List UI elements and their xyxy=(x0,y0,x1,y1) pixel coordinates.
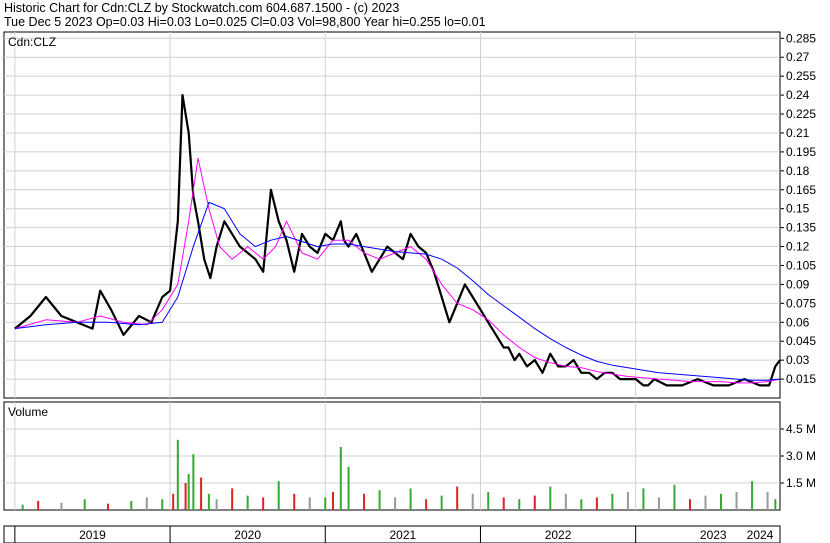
volume-bar xyxy=(293,493,296,510)
volume-bar xyxy=(394,497,397,510)
volume-axis: 4.5 M 3.0 M 1.5 M xyxy=(780,422,816,490)
year-label: 2019 xyxy=(79,528,106,542)
historic-chart: 0.285 0.27 0.255 0.24 0.225 0.21 0.195 0.18 0.16… xyxy=(3,31,816,543)
volume-bar xyxy=(332,492,335,510)
price-tick-label: 0.045 xyxy=(786,334,816,348)
volume-bar xyxy=(456,486,459,510)
price-tick-label: 0.09 xyxy=(786,277,810,291)
price-tick-label: 0.285 xyxy=(786,31,816,45)
price-axis: 0.285 0.27 0.255 0.24 0.225 0.21 0.195 0.18 0.16… xyxy=(780,31,816,386)
volume-bar xyxy=(106,503,109,510)
price-tick-label: 0.18 xyxy=(786,164,810,178)
volume-bar xyxy=(347,466,350,510)
volume-bar xyxy=(161,499,164,510)
volume-bar xyxy=(21,504,24,510)
volume-bar xyxy=(37,501,40,510)
volume-bar xyxy=(192,454,195,510)
volume-bar xyxy=(766,492,769,510)
price-panel: 0.285 0.27 0.255 0.24 0.225 0.21 0.195 0.18 0.16… xyxy=(3,31,816,399)
volume-bar xyxy=(611,493,614,510)
price-tick-label: 0.075 xyxy=(786,296,816,310)
volume-bar xyxy=(533,495,536,510)
volume-bar xyxy=(277,481,280,510)
price-tick-label: 0.105 xyxy=(786,258,816,272)
volume-bar xyxy=(704,495,707,510)
volume-bar xyxy=(751,481,754,510)
price-tick-label: 0.24 xyxy=(786,88,810,102)
price-tick-label: 0.135 xyxy=(786,221,816,235)
volume-bar xyxy=(207,493,210,510)
volume-bar xyxy=(176,439,179,510)
volume-panel: 4.5 M 3.0 M 1.5 M Volume xyxy=(3,401,816,511)
price-tick-label: 0.015 xyxy=(786,372,816,386)
volume-bar xyxy=(502,497,505,510)
volume-bar xyxy=(642,488,645,510)
volume-bar xyxy=(595,497,598,510)
volume-bar xyxy=(83,499,86,510)
volume-bar xyxy=(145,497,148,510)
volume-bar xyxy=(378,490,381,510)
volume-tick-label: 1.5 M xyxy=(786,476,816,490)
volume-bar xyxy=(308,497,311,510)
price-tick-label: 0.195 xyxy=(786,145,816,159)
volume-bar xyxy=(673,484,676,510)
volume-bar xyxy=(735,492,738,510)
price-tick-label: 0.03 xyxy=(786,353,810,367)
symbol-label: Cdn:CLZ xyxy=(8,35,56,49)
volume-bar xyxy=(549,486,552,510)
volume-label: Volume xyxy=(8,405,48,419)
volume-bar xyxy=(187,474,190,510)
volume-bar xyxy=(487,492,490,510)
price-tick-label: 0.255 xyxy=(786,69,816,83)
price-tick-label: 0.225 xyxy=(786,107,816,121)
volume-bar xyxy=(130,501,133,510)
volume-bar xyxy=(580,499,583,510)
year-label: 2024 xyxy=(747,528,774,542)
volume-bar xyxy=(246,495,249,510)
time-axis: 2019 2020 2021 2022 2023 2024 xyxy=(3,525,781,543)
volume-tick-label: 3.0 M xyxy=(786,449,816,463)
volume-bar xyxy=(774,499,777,510)
volume-tick-label: 4.5 M xyxy=(786,422,816,436)
price-tick-label: 0.27 xyxy=(786,50,810,64)
volume-bar xyxy=(184,483,187,510)
volume-bar xyxy=(172,493,175,510)
volume-bar xyxy=(425,499,428,510)
volume-bar xyxy=(231,488,234,510)
volume-bar xyxy=(339,447,342,510)
volume-bar xyxy=(626,492,629,510)
volume-bar xyxy=(409,488,412,510)
price-tick-label: 0.21 xyxy=(786,126,810,140)
price-tick-label: 0.06 xyxy=(786,315,810,329)
price-tick-label: 0.12 xyxy=(786,240,810,254)
volume-bar xyxy=(564,493,567,510)
volume-bar xyxy=(688,499,691,510)
volume-bar xyxy=(60,502,63,510)
year-label: 2022 xyxy=(545,528,572,542)
volume-bar xyxy=(518,499,521,510)
price-tick-label: 0.15 xyxy=(786,202,810,216)
volume-bar xyxy=(215,499,218,510)
price-tick-label: 0.165 xyxy=(786,183,816,197)
volume-bar xyxy=(471,493,474,510)
year-label: 2021 xyxy=(390,528,417,542)
volume-bar xyxy=(720,493,723,510)
volume-bar xyxy=(262,497,265,510)
price-panel-frame xyxy=(3,31,781,399)
year-label: 2020 xyxy=(234,528,261,542)
volume-bar xyxy=(200,477,203,510)
volume-bar xyxy=(363,493,366,510)
year-label: 2023 xyxy=(700,528,727,542)
volume-bar xyxy=(324,497,327,510)
volume-bar xyxy=(440,495,443,510)
volume-bar xyxy=(657,497,660,510)
